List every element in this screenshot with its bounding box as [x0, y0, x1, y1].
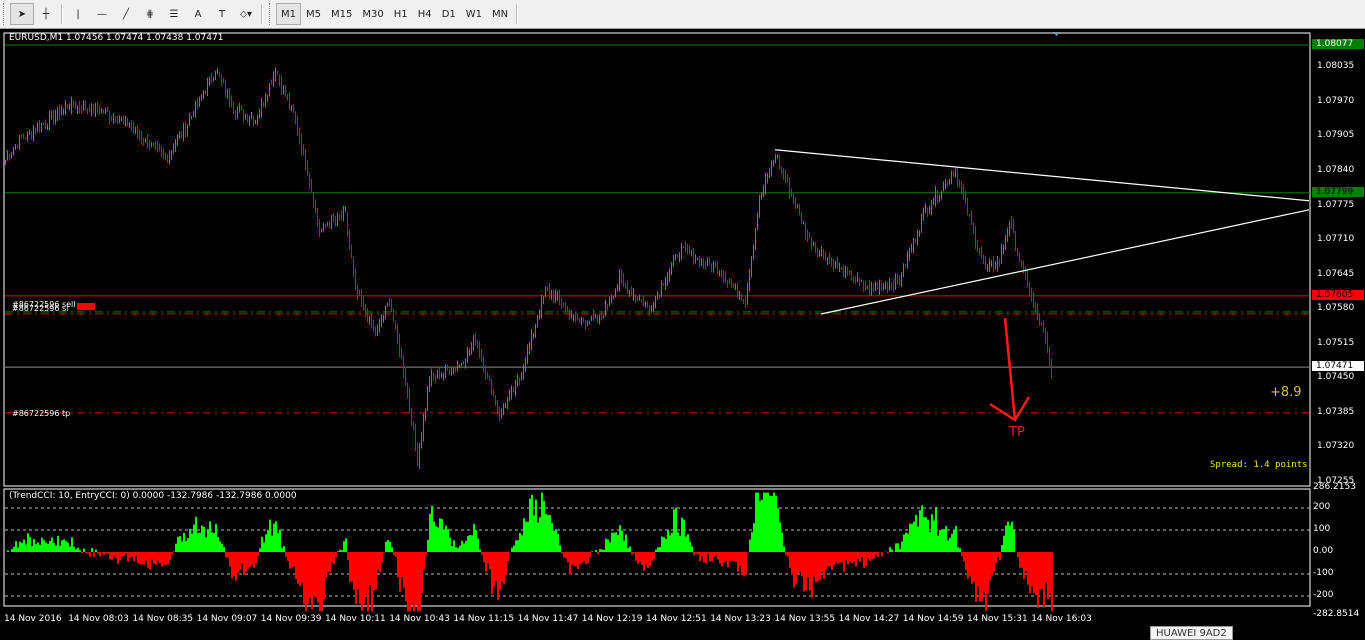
time-axis-label: 14 Nov 08:35	[132, 614, 194, 624]
vertical-line-icon: |	[76, 8, 80, 20]
text-label-tool-button[interactable]: T	[210, 3, 234, 25]
trendline-tool-button[interactable]: ╱	[114, 3, 138, 25]
indicator-axis-label: 0.00	[1313, 546, 1334, 556]
timeframe-m5[interactable]: M5	[301, 3, 326, 25]
timeframe-h1[interactable]: H1	[389, 3, 413, 25]
tp-annotation: TP	[1009, 425, 1025, 440]
price-axis-label: 1.07905	[1317, 130, 1355, 141]
indicator-axis-label: 100	[1313, 524, 1331, 534]
time-axis-label: 14 Nov 15:31	[967, 614, 1028, 624]
timeframe-m30[interactable]: M30	[357, 3, 388, 25]
horizontal-line-icon: —	[97, 8, 107, 20]
price-axis-label: 1.07320	[1317, 441, 1355, 452]
price-axis-label: 1.07385	[1317, 406, 1355, 417]
profit-label: +8.9	[1270, 385, 1302, 400]
timeframe-h4[interactable]: H4	[413, 3, 437, 25]
spread-label: Spread: 1.4 points	[1210, 460, 1308, 470]
text-label-icon: T	[218, 8, 226, 20]
time-axis-label: 14 Nov 14:59	[902, 614, 964, 624]
time-axis-label: 14 Nov 16:03	[1031, 614, 1092, 624]
toolbar-separator	[261, 4, 263, 24]
price-axis-label: 1.08035	[1317, 61, 1355, 72]
crosshair-icon: ┼	[42, 8, 50, 20]
price-axis-label: 1.07580	[1317, 303, 1355, 314]
timeframe-d1[interactable]: D1	[437, 3, 461, 25]
fibonacci-fan-icon: ☰	[169, 8, 179, 20]
price-marker: 1.07605	[1312, 289, 1364, 300]
time-axis-label: 14 Nov 09:39	[260, 614, 322, 624]
trendline-icon: ╱	[122, 8, 130, 20]
price-chart[interactable]	[0, 29, 1365, 635]
price-axis-label: 1.07840	[1317, 164, 1355, 175]
price-axis-label: 1.07645	[1317, 268, 1355, 279]
time-axis-label: 14 Nov 12:19	[581, 614, 643, 624]
toolbar: ➤ ┼ | — ╱ ⋕ ☰ A T ⬦▾ M1 M5 M15 M30 H1 H4 D1 W1 MN	[0, 0, 1365, 29]
indicator-axis-label: -200	[1313, 590, 1334, 600]
time-axis-label: 14 Nov 12:51	[646, 614, 707, 624]
timeframe-m15[interactable]: M15	[326, 3, 357, 25]
tp-arrow-icon	[989, 317, 1031, 422]
time-axis-label: 14 Nov 10:43	[389, 614, 450, 624]
price-axis-label: 1.07775	[1317, 199, 1355, 210]
timeframe-m1[interactable]: M1	[276, 3, 301, 25]
indicator-axis-label: 286.2153	[1313, 481, 1356, 492]
sl-order-label[interactable]: #86722596 sl	[12, 304, 68, 313]
time-axis-label: 14 Nov 13:23	[710, 614, 771, 624]
price-axis-label: 1.07710	[1317, 234, 1355, 245]
fibonacci-expansion-icon: ⋕	[145, 8, 155, 20]
price-marker: 1.08077	[1312, 39, 1364, 49]
text-tool-button[interactable]: A	[186, 3, 210, 25]
time-axis-label: 14 Nov 13:55	[774, 614, 836, 624]
arrows-tool-button[interactable]: ⬦▾	[234, 3, 258, 25]
arrows-icon: ⬦▾	[239, 8, 253, 20]
price-marker: 1.07471	[1312, 361, 1364, 372]
cursor-icon: ➤	[17, 8, 27, 20]
time-axis-label: 14 Nov 2016	[4, 614, 62, 624]
indicator-axis-label: 200	[1313, 502, 1331, 512]
chart-shift-marker	[1053, 32, 1060, 36]
trendline	[820, 209, 1310, 315]
indicator-axis-label: -282.8514	[1313, 609, 1360, 620]
price-axis-label: 1.07970	[1317, 95, 1355, 106]
tp-order-label[interactable]: #86722596 tp	[12, 409, 70, 418]
sell-order-marker[interactable]	[77, 303, 95, 310]
indicator-header: (TrendCCI: 10, EntryCCI: 0) 0.0000 -132.…	[9, 491, 297, 501]
time-axis-label: 14 Nov 10:11	[325, 614, 386, 624]
timeframe-mn[interactable]: MN	[487, 3, 513, 25]
horizontal-line-tool-button[interactable]: —	[90, 3, 114, 25]
time-axis-label: 14 Nov 11:47	[517, 614, 579, 624]
toolbar-grip[interactable]	[3, 3, 7, 25]
price-axis-label: 1.07450	[1317, 372, 1355, 383]
time-axis-label: 14 Nov 11:15	[453, 614, 515, 624]
crosshair-tool-button[interactable]: ┼	[34, 3, 58, 25]
time-axis-label: 14 Nov 14:27	[838, 614, 900, 624]
time-axis-label: 14 Nov 08:03	[68, 614, 129, 624]
toolbar-separator	[516, 4, 519, 24]
tooltip: HUAWEI 9AD2	[1150, 626, 1233, 640]
fibonacci-expansion-tool-button[interactable]: ⋕	[138, 3, 162, 25]
vertical-line-tool-button[interactable]: |	[66, 3, 90, 25]
timeframe-w1[interactable]: W1	[461, 3, 487, 25]
chart-header: EURUSD,M1 1.07456 1.07474 1.07438 1.0747…	[9, 33, 224, 43]
time-axis-label: 14 Nov 09:07	[196, 614, 258, 624]
text-icon: A	[194, 8, 202, 20]
cursor-tool-button[interactable]: ➤	[10, 3, 34, 25]
toolbar-grip[interactable]	[269, 3, 273, 25]
price-marker: 1.07799	[1312, 186, 1364, 197]
price-axis-label: 1.07515	[1317, 337, 1355, 348]
fibonacci-fan-tool-button[interactable]: ☰	[162, 3, 186, 25]
indicator-axis-label: -100	[1313, 568, 1334, 578]
